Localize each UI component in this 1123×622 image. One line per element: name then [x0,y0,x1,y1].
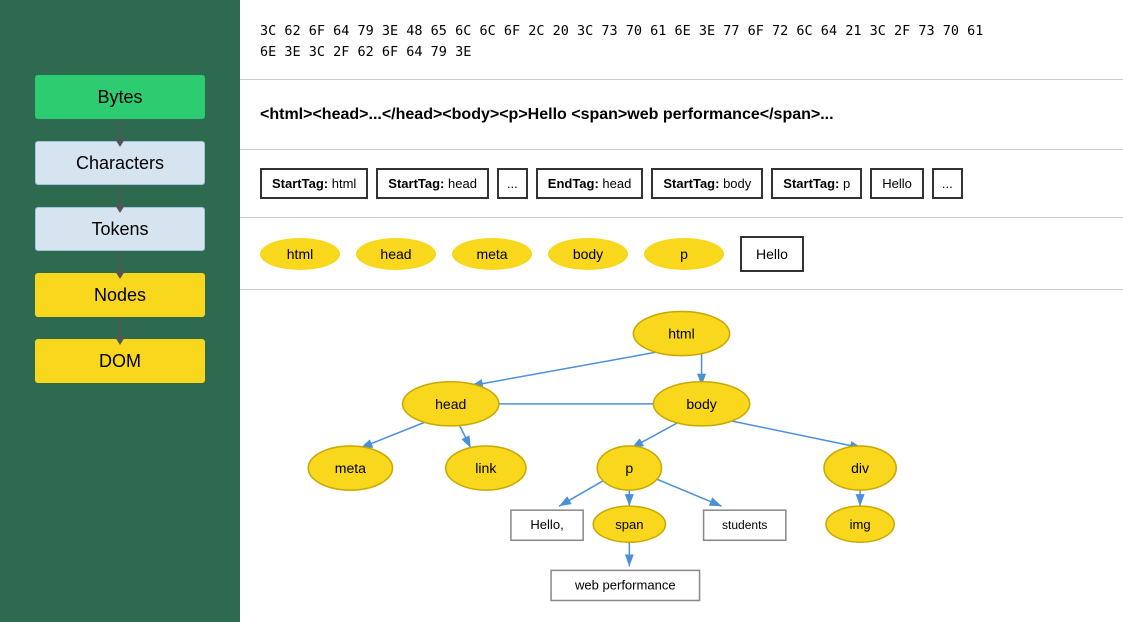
dom-label-students: students [722,518,767,532]
nodes-box: Nodes [35,273,205,317]
nodes-row: html head meta body p Hello [240,218,1123,290]
node-hello-box: Hello [740,236,804,272]
token-hello: Hello [870,168,924,199]
edge-body-div [717,418,862,448]
nodes-to-dom-arrow [119,317,121,339]
pipeline-bytes: Bytes [35,18,205,141]
dom-label: DOM [99,351,141,372]
content-area: 3C 62 6F 64 79 3E 48 65 6C 6C 6F 2C 20 3… [240,0,1123,622]
bytes-row: 3C 62 6F 64 79 3E 48 65 6C 6C 6F 2C 20 3… [240,0,1123,80]
token-endtag-head: EndTag: head [536,168,644,199]
dom-svg: html head body meta link p div [240,290,1123,622]
dom-label-meta: meta [335,460,366,476]
dom-label-html: html [668,326,695,342]
node-p: p [644,238,724,270]
pipeline-nodes: Nodes [35,273,205,339]
dom-label-span: span [615,517,643,532]
pipeline: Bytes Characters Tokens Nodes [0,0,240,622]
bytes-text: 3C 62 6F 64 79 3E 48 65 6C 6C 6F 2C 20 3… [260,21,983,62]
token-startag-body: StartTag: body [651,168,763,199]
tokens-box: Tokens [35,207,205,251]
tokens-row: StartTag: html StartTag: head ... EndTag… [240,150,1123,218]
pipeline-characters: Characters [35,141,205,207]
dom-row: html head body meta link p div [240,290,1123,622]
tokens-to-nodes-arrow [119,251,121,273]
token-startag-head: StartTag: head [376,168,489,199]
bytes-box: Bytes [35,75,205,119]
dom-label-hello: Hello, [530,517,563,532]
chars-text: <html><head>...</head><body><p>Hello <sp… [260,106,834,124]
dom-box: DOM [35,339,205,383]
characters-to-tokens-arrow [119,185,121,207]
node-body: body [548,238,628,270]
main-container: Bytes Characters Tokens Nodes [0,0,1123,622]
bytes-line2: 6E 3E 3C 2F 62 6F 64 79 3E [260,44,471,60]
node-html: html [260,238,340,270]
characters-box: Characters [35,141,205,185]
characters-label: Characters [76,153,164,174]
dom-label-head: head [435,396,466,412]
nodes-label: Nodes [94,285,146,306]
dom-label-img: img [850,517,871,532]
token-ellipsis-2: ... [932,168,963,199]
token-startag-html: StartTag: html [260,168,368,199]
bytes-label: Bytes [97,87,142,108]
edge-p-students [649,476,721,506]
node-head: head [356,238,436,270]
dom-label-p: p [625,460,633,476]
pipeline-tokens: Tokens [35,207,205,273]
dom-label-webperf: web performance [574,577,676,592]
edge-html-head [471,348,682,386]
token-startag-p: StartTag: p [771,168,862,199]
dom-label-div: div [851,460,869,476]
dom-label-link: link [475,460,497,476]
pipeline-dom: DOM [35,339,205,383]
dom-label-body: body [686,396,716,412]
characters-row: <html><head>...</head><body><p>Hello <sp… [240,80,1123,150]
bytes-line1: 3C 62 6F 64 79 3E 48 65 6C 6C 6F 2C 20 3… [260,23,983,39]
bytes-to-characters-arrow [119,119,121,141]
node-meta: meta [452,238,532,270]
tokens-label: Tokens [91,219,148,240]
token-ellipsis-1: ... [497,168,528,199]
